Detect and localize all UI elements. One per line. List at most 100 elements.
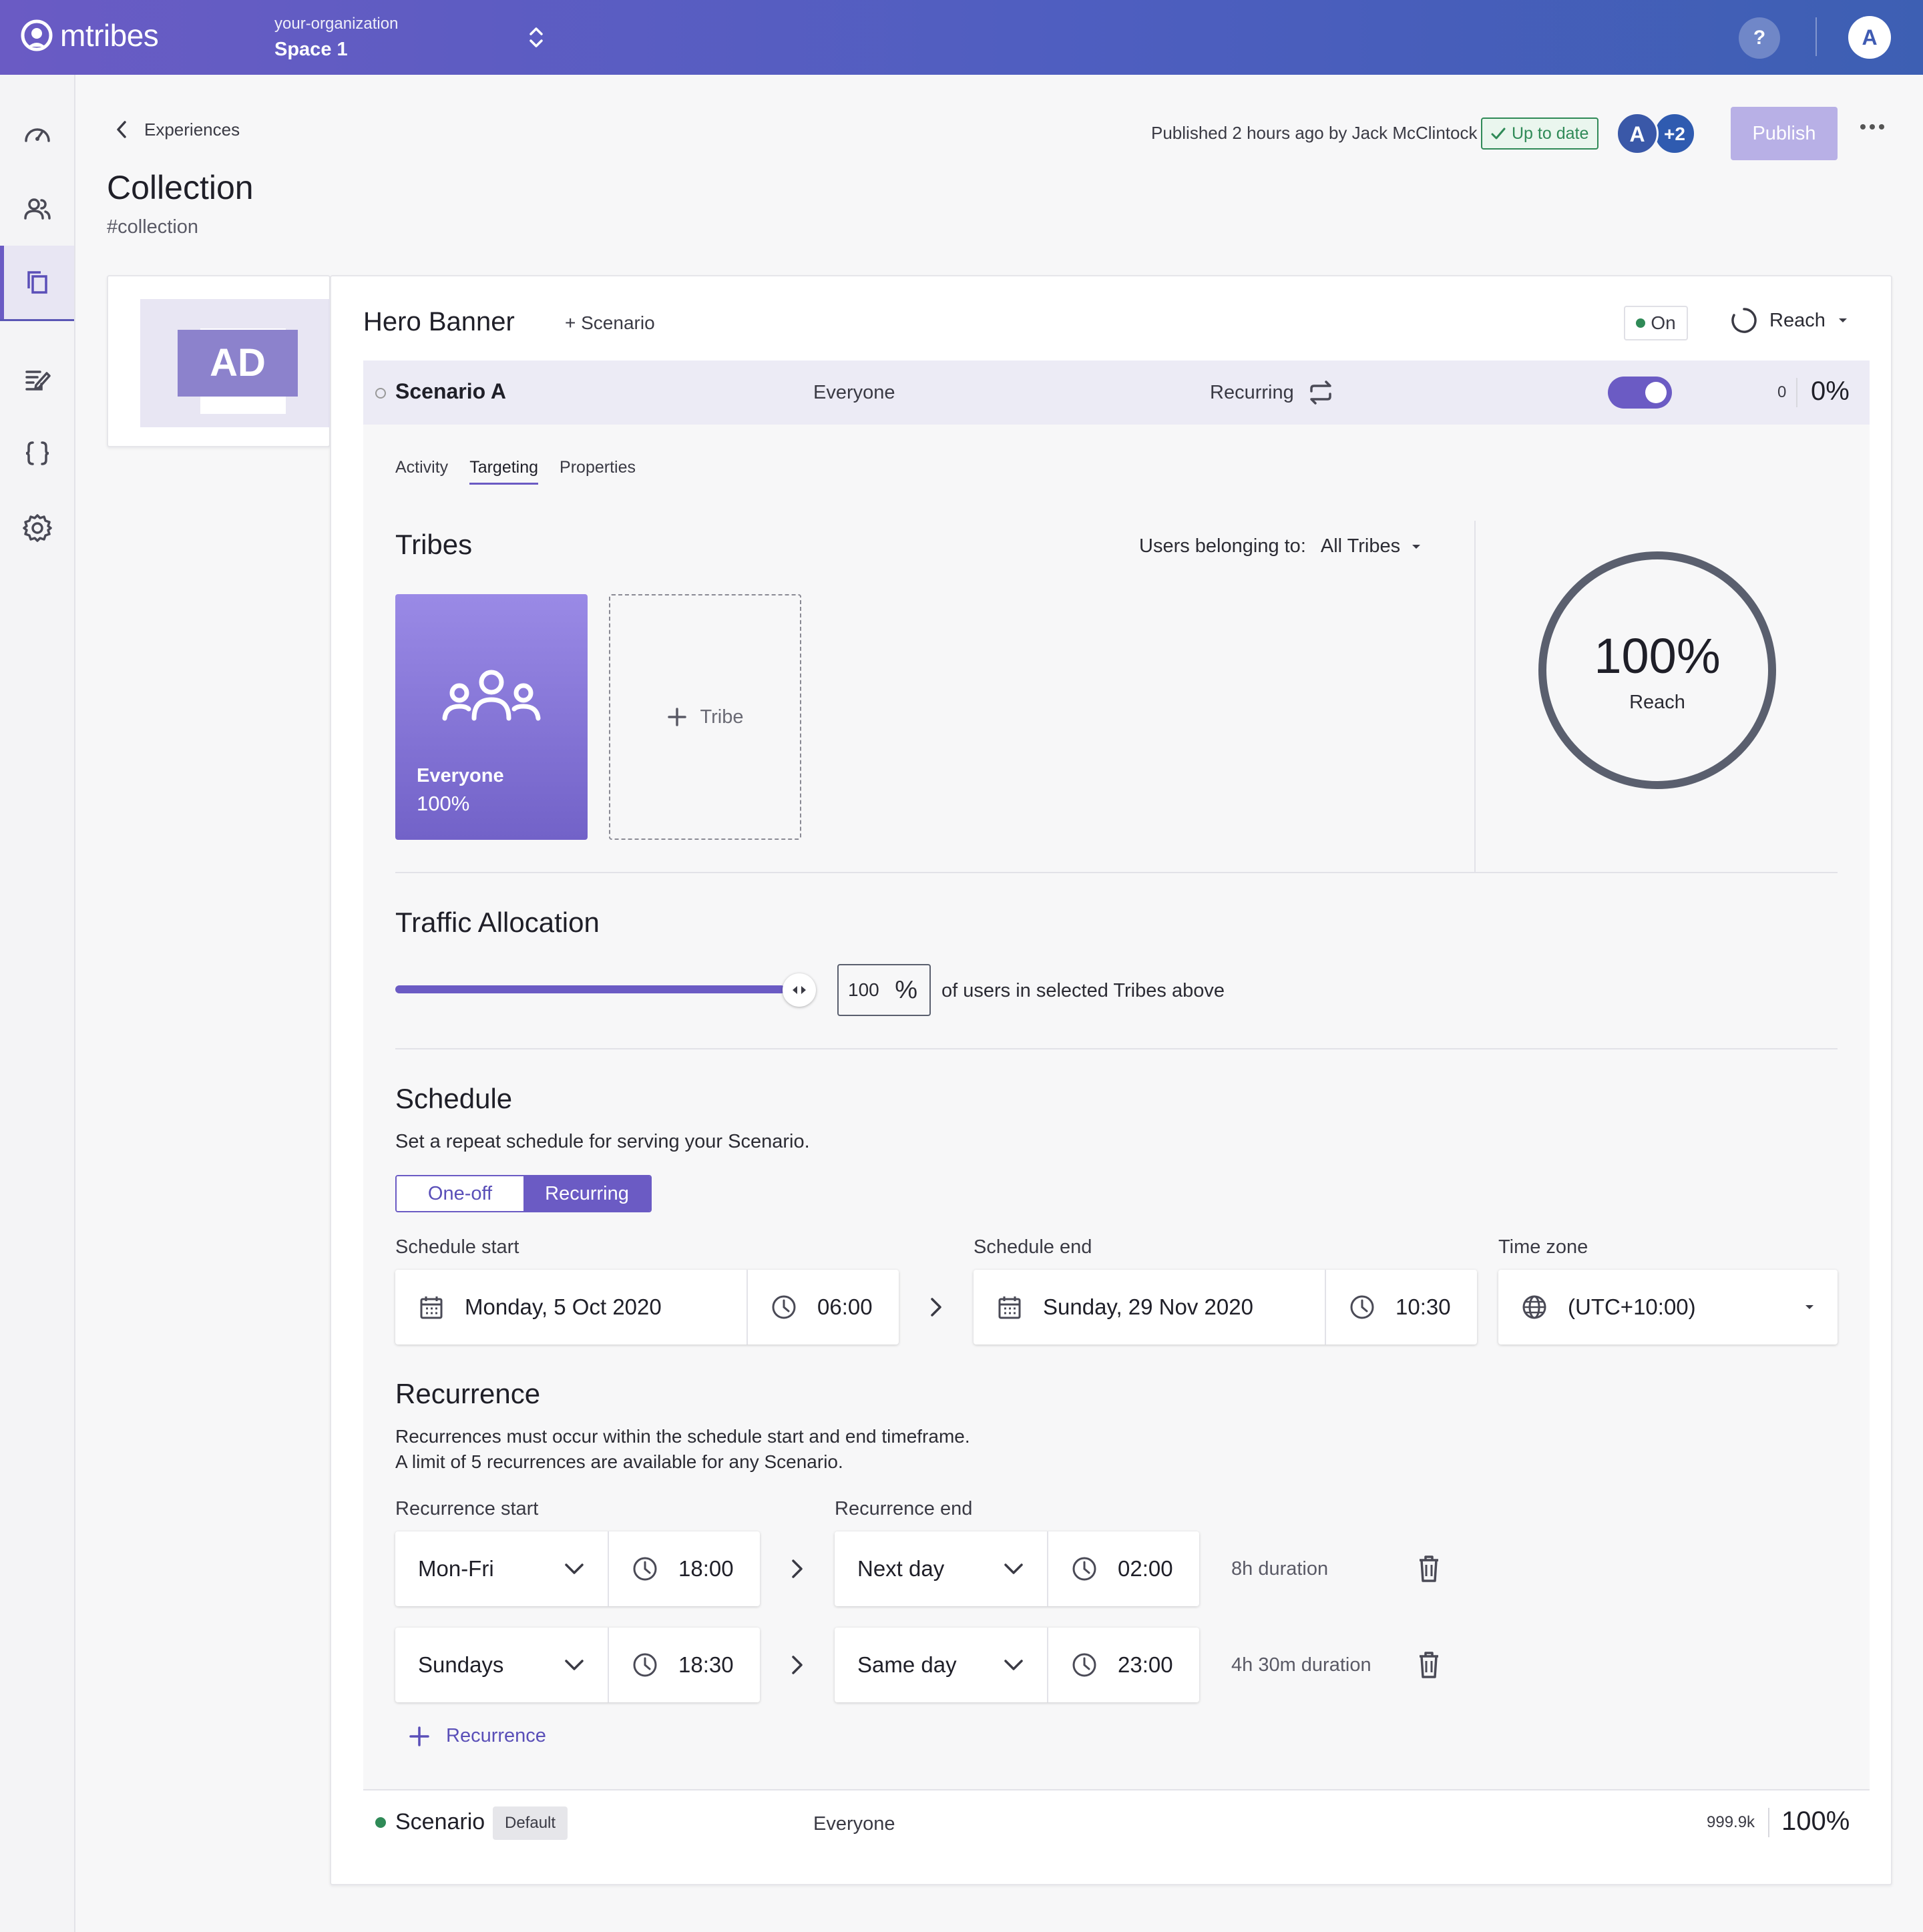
tab-targeting[interactable]: Targeting (469, 458, 539, 485)
collaborator-avatar[interactable]: A (1616, 112, 1659, 155)
help-button[interactable]: ? (1739, 17, 1780, 59)
caret-down-icon (1838, 318, 1847, 322)
tab-activity[interactable]: Activity (395, 458, 448, 485)
collections-icon (27, 271, 47, 294)
recurrence-end-time: 02:00 (1118, 1556, 1173, 1581)
scenario-tribe: Everyone (813, 1813, 895, 1835)
recurrence-end-day-select[interactable]: Same day (835, 1628, 1047, 1702)
scenario-status-dot (375, 1817, 386, 1828)
chevron-down-icon (1004, 1660, 1023, 1670)
space-selector[interactable]: your-organization Space 1 (274, 15, 398, 61)
tribe-group-icon (442, 670, 541, 721)
trash-icon[interactable] (1416, 1650, 1442, 1680)
sidebar-item-dashboard[interactable] (0, 97, 74, 171)
recurrence-end-day-select[interactable]: Next day (835, 1531, 1047, 1606)
chevron-left-icon (117, 121, 126, 138)
recurrence-start-time: 18:30 (678, 1652, 734, 1677)
recurrence-duration: 8h duration (1231, 1558, 1329, 1580)
sidebar-item-developer[interactable] (0, 417, 74, 490)
status-badge[interactable]: On (1624, 306, 1688, 340)
edit-icon (25, 371, 51, 391)
collaborator-more-badge[interactable]: +2 (1653, 112, 1696, 155)
trash-icon[interactable] (1416, 1554, 1442, 1584)
recurrence-start-day-select[interactable]: Mon-Fri (395, 1531, 608, 1606)
count-divider (1768, 1808, 1769, 1837)
schedule-end-time-value: 10:30 (1396, 1294, 1451, 1319)
publish-button[interactable]: Publish (1731, 107, 1838, 160)
traffic-slider-handle[interactable] (783, 973, 816, 1007)
schedule-start-time[interactable]: 06:00 (748, 1270, 895, 1345)
recurrence-end-time-input[interactable]: 23:00 (1048, 1628, 1196, 1702)
caret-down-icon (1805, 1305, 1813, 1309)
schedule-end-time[interactable]: 10:30 (1326, 1270, 1474, 1345)
recurrence-start-time-input[interactable]: 18:30 (609, 1628, 757, 1702)
tribe-filter[interactable]: Users belonging to: All Tribes (1139, 535, 1422, 557)
tribe-card-everyone[interactable]: Everyone 100% (395, 594, 588, 840)
recurrence-start-day-select[interactable]: Sundays (395, 1628, 608, 1702)
recurrence-start-time: 18:00 (678, 1556, 734, 1581)
scenario-tabs: Activity Targeting Properties (395, 458, 636, 485)
add-tribe-button[interactable]: Tribe (609, 594, 801, 840)
settings-icon (22, 514, 52, 542)
recurrence-title: Recurrence (395, 1378, 541, 1409)
more-options-icon[interactable] (1860, 124, 1884, 130)
reach-circle-icon (1731, 308, 1757, 333)
clock-icon (633, 1653, 657, 1677)
chevron-right-icon (792, 1559, 803, 1578)
section-divider (395, 1048, 1838, 1049)
section-divider (395, 872, 1838, 873)
recurrence-start-day: Sundays (418, 1652, 504, 1677)
schedule-start-label: Schedule start (395, 1236, 519, 1258)
scenario-percent: 0% (1811, 377, 1850, 406)
timezone-select[interactable]: (UTC+10:00) (1498, 1270, 1838, 1345)
schedule-recurring-option[interactable]: Recurring (523, 1176, 650, 1211)
switch-space-icon[interactable] (527, 24, 545, 51)
repeat-icon (1309, 381, 1331, 405)
recurrence-start-field: Mon-Fri 18:00 (395, 1531, 760, 1606)
traffic-slider-track[interactable] (395, 985, 785, 993)
clock-icon (1072, 1557, 1096, 1581)
experience-thumbnail-card[interactable]: AD (107, 275, 333, 447)
tribe-card-percent: 100% (417, 792, 470, 815)
add-recurrence-button[interactable]: Recurrence (409, 1725, 546, 1747)
recurrence-end-time-input[interactable]: 02:00 (1048, 1531, 1196, 1606)
schedule-end-date[interactable]: Sunday, 29 Nov 2020 (974, 1270, 1325, 1345)
timezone-select-content: (UTC+10:00) (1498, 1270, 1838, 1345)
timezone-value: (UTC+10:00) (1568, 1294, 1696, 1319)
add-scenario-button[interactable]: + Scenario (565, 312, 655, 334)
sidebar-item-tribes[interactable] (0, 172, 74, 246)
schedule-one-off-option[interactable]: One-off (397, 1176, 523, 1211)
page-title: Collection (107, 169, 254, 206)
ad-label: AD (178, 330, 298, 397)
user-avatar[interactable]: A (1848, 16, 1891, 59)
breadcrumb[interactable]: Experiences (114, 119, 240, 140)
schedule-title: Schedule (395, 1083, 513, 1114)
recurrence-start-time-input[interactable]: 18:00 (609, 1531, 757, 1606)
scenario-name: Scenario (395, 1809, 485, 1835)
scenario-row-a[interactable]: Scenario A Everyone Recurring 0 0% (363, 360, 1870, 425)
up-to-date-badge: Up to date (1481, 117, 1598, 150)
percent-symbol: % (895, 975, 917, 1004)
mtribes-logo-icon (21, 19, 53, 51)
tribe-filter-label: Users belonging to: (1139, 535, 1306, 557)
logo[interactable]: mtribes (20, 17, 159, 53)
top-bar: mtribes your-organization Space 1 ? A (0, 0, 1923, 75)
clock-icon (772, 1295, 796, 1319)
experience-title: Hero Banner (363, 307, 515, 336)
traffic-percent-input[interactable]: 100 % (837, 964, 931, 1016)
tab-properties[interactable]: Properties (560, 458, 636, 485)
chevron-down-icon (565, 1660, 584, 1670)
reach-selector[interactable]: Reach (1731, 307, 1848, 334)
recurrence-end-label: Recurrence end (835, 1498, 973, 1519)
schedule-start-date[interactable]: Monday, 5 Oct 2020 (395, 1270, 746, 1345)
scenario-enabled-toggle[interactable] (1608, 377, 1672, 409)
schedule-end-field: Sunday, 29 Nov 2020 10:30 (974, 1270, 1477, 1345)
calendar-icon (998, 1296, 1021, 1319)
scenario-row-default[interactable]: Scenario Default Everyone 999.9k 100% (363, 1789, 1870, 1853)
default-badge: Default (493, 1806, 568, 1840)
tribes-vertical-divider (1474, 521, 1476, 873)
tribe-filter-value: All Tribes (1320, 535, 1401, 557)
sidebar-item-content[interactable] (0, 343, 74, 417)
sidebar-item-settings[interactable] (0, 491, 74, 565)
sidebar-item-experiences[interactable] (0, 246, 74, 319)
